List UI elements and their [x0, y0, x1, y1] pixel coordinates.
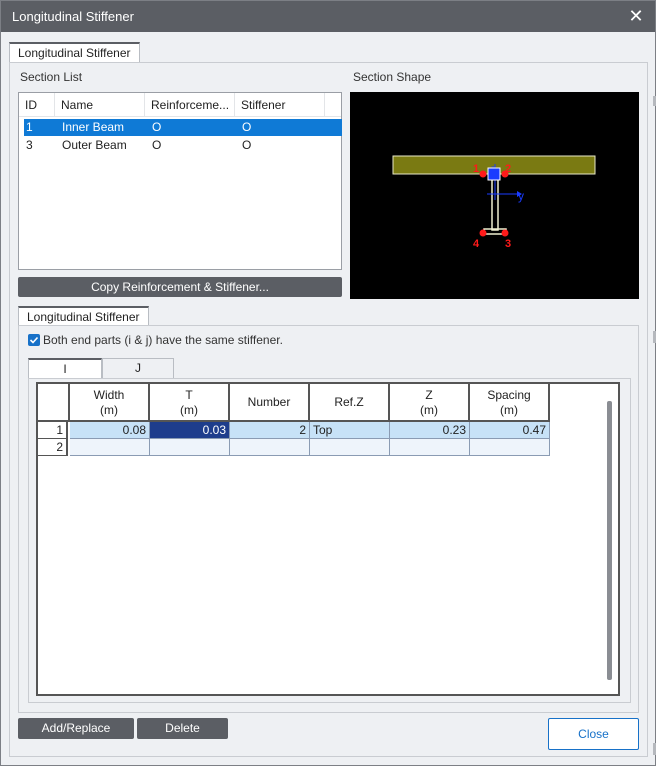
grid-cell-refz[interactable]: Top: [310, 422, 390, 439]
grid-header-spacing: Spacing (m): [470, 384, 550, 422]
list-item-stiffener: O: [242, 138, 252, 152]
grid-cell-refz[interactable]: [310, 439, 390, 456]
grid-cell-z[interactable]: 0.23: [390, 422, 470, 439]
column-header-reinforcement[interactable]: Reinforceme...: [145, 93, 235, 117]
list-item-id: 3: [26, 138, 33, 152]
list-item-reinforcement: O: [152, 120, 162, 134]
grid-header-unit: (m): [100, 403, 118, 417]
tab-i[interactable]: I: [28, 358, 102, 378]
section-shape-drawing: y z 1 2 3 4: [392, 155, 596, 250]
grid-row-number[interactable]: 1: [38, 422, 68, 439]
grid-row-number[interactable]: 2: [38, 439, 68, 456]
section-shape-preview: y z 1 2 3 4: [350, 92, 639, 299]
y-axis-label: y: [518, 189, 524, 203]
column-header-name[interactable]: Name: [55, 93, 145, 117]
same-stiffener-label: Both end parts (i & j) have the same sti…: [43, 333, 283, 347]
grid-header-text: Width: [93, 388, 125, 402]
grid-cell-number[interactable]: [230, 439, 310, 456]
tab-j[interactable]: J: [102, 358, 174, 378]
tab-longitudinal-stiffener[interactable]: Longitudinal Stiffener: [9, 42, 140, 62]
window-title: Longitudinal Stiffener: [12, 9, 134, 24]
list-item-name: Inner Beam: [62, 120, 125, 134]
column-header-stiffener[interactable]: Stiffener: [235, 93, 325, 117]
list-item-name: Outer Beam: [62, 138, 127, 152]
grid-cell-z[interactable]: [390, 439, 470, 456]
grid-header-text: Z: [425, 388, 433, 402]
grid-cell-width[interactable]: [70, 439, 150, 456]
grid-header-number: Number: [230, 384, 310, 422]
grid-header-width: Width (m): [70, 384, 150, 422]
list-item-stiffener: O: [242, 120, 252, 134]
delete-button[interactable]: Delete: [137, 718, 228, 739]
grid-corner: [38, 384, 70, 422]
point-label-4: 4: [473, 238, 480, 250]
section-list-header: ID Name Reinforceme... Stiffener: [19, 93, 341, 117]
point-label-2: 2: [505, 163, 511, 175]
close-button[interactable]: Close: [548, 718, 639, 750]
grid-header-unit: (m): [180, 403, 198, 417]
close-icon[interactable]: ✕: [625, 5, 647, 27]
grid-cell-width[interactable]: 0.08: [70, 422, 150, 439]
grid-cell-t[interactable]: 0.03: [150, 422, 230, 439]
grid-cell-spacing[interactable]: [470, 439, 550, 456]
grid-cell-t[interactable]: [150, 439, 230, 456]
title-bar: Longitudinal Stiffener ✕: [1, 1, 655, 32]
list-item-reinforcement: O: [152, 138, 162, 152]
grid-header-z: Z (m): [390, 384, 470, 422]
grid-header-text: T: [185, 388, 193, 402]
section-list[interactable]: ID Name Reinforceme... Stiffener 1 Inner…: [18, 92, 342, 270]
grid-header-refz: Ref.Z: [310, 384, 390, 422]
add-replace-button[interactable]: Add/Replace: [18, 718, 134, 739]
list-item[interactable]: 3 Outer Beam O O: [24, 137, 342, 154]
grid-header-text: Ref.Z: [334, 395, 364, 409]
grid-header-unit: (m): [420, 403, 438, 417]
section-shape-label: Section Shape: [353, 70, 432, 84]
dialog-window: Longitudinal Stiffener ✕ Longitudinal St…: [0, 0, 656, 766]
tab-stiffener[interactable]: Longitudinal Stiffener: [18, 306, 149, 326]
section-list-label: Section List: [20, 70, 83, 84]
list-item[interactable]: 1 Inner Beam O O: [24, 119, 342, 136]
list-item-id: 1: [26, 120, 33, 134]
grid-header-unit: (m): [500, 403, 518, 417]
point-label-1: 1: [473, 163, 479, 175]
point-marker: [479, 229, 487, 237]
checkmark-icon: [29, 336, 39, 344]
grid-cell-spacing[interactable]: 0.47: [470, 422, 550, 439]
point-marker: [479, 170, 487, 178]
copy-reinforcement-button[interactable]: Copy Reinforcement & Stiffener...: [18, 277, 342, 297]
grid-header-t: T (m): [150, 384, 230, 422]
grid-scrollbar[interactable]: [607, 401, 612, 680]
column-header-id[interactable]: ID: [19, 93, 55, 117]
grid-header-text: Number: [247, 395, 291, 409]
grid-cell-number[interactable]: 2: [230, 422, 310, 439]
centroid-marker: [487, 167, 501, 181]
stiffener-grid[interactable]: Width (m) T (m) Number Ref.Z Z (m) Spaci…: [36, 382, 620, 696]
same-stiffener-checkbox[interactable]: [28, 334, 40, 346]
point-marker: [501, 229, 509, 237]
grid-header-text: Spacing: [487, 388, 531, 402]
point-label-3: 3: [505, 238, 511, 250]
